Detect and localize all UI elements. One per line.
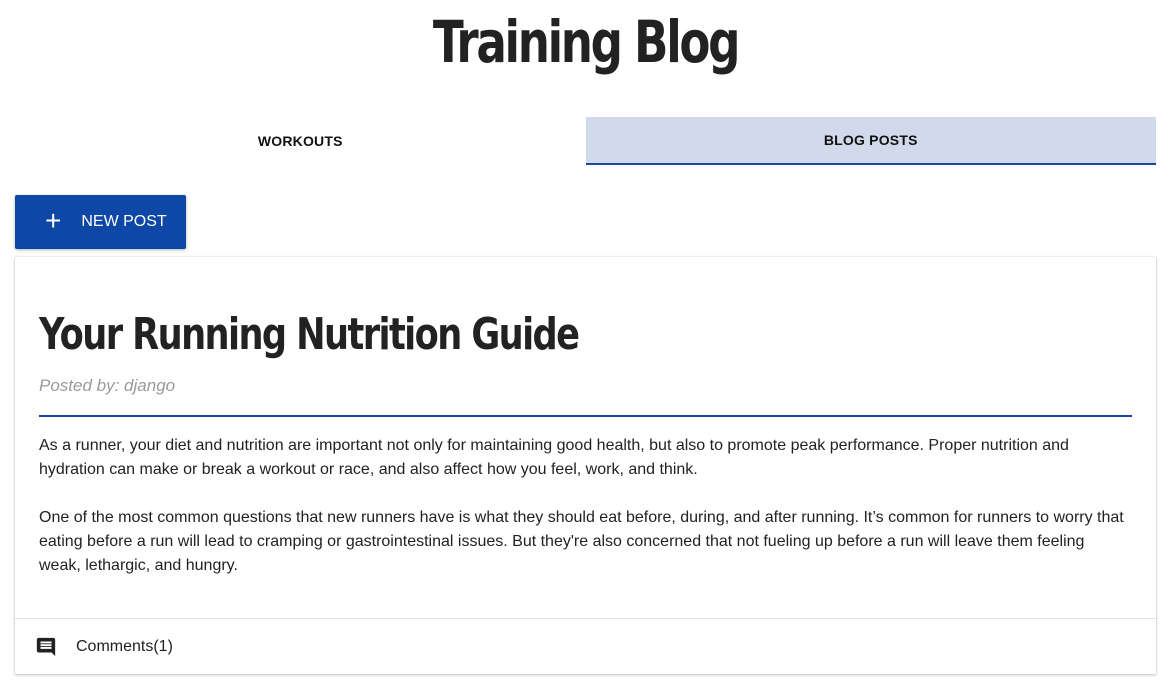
divider [39, 415, 1132, 417]
tab-bar: WORKOUTS BLOG POSTS [15, 117, 1156, 165]
plus-icon: + [45, 204, 62, 236]
new-post-button[interactable]: + NEW POST [15, 195, 186, 249]
post-author: Posted by: django [39, 376, 176, 395]
comment-icon [36, 637, 56, 656]
tab-workouts[interactable]: WORKOUTS [15, 117, 586, 165]
post-paragraph: As a runner, your diet and nutrition are… [39, 437, 1069, 478]
new-post-label: NEW POST [81, 213, 167, 230]
page: Training Blog WORKOUTS BLOG POSTS + NEW … [0, 0, 1171, 687]
page-title: Training Blog [432, 8, 741, 76]
post-title: Your Running Nutrition Guide [39, 309, 580, 360]
comments-label: Comments(1) [76, 637, 173, 655]
comments-toggle[interactable]: Comments(1) [15, 618, 1156, 674]
post-paragraph: One of the most common questions that ne… [39, 509, 1124, 574]
blog-post-card: Your Running Nutrition Guide Posted by: … [15, 257, 1156, 674]
tab-blog-posts[interactable]: BLOG POSTS [585, 117, 1156, 165]
post-body: As a runner, your diet and nutrition are… [39, 434, 1129, 602]
